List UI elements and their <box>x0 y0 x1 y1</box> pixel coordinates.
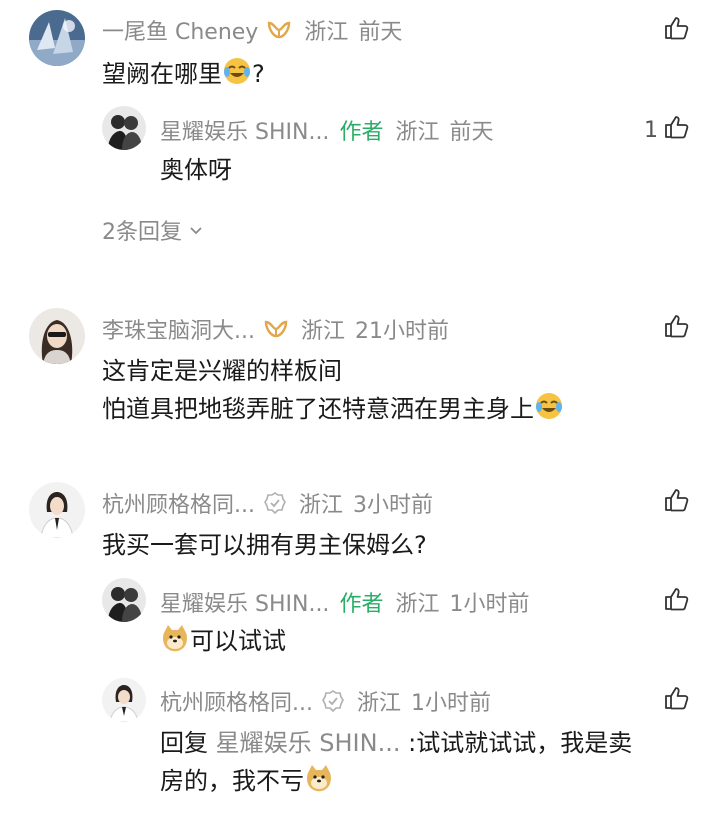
verified-badge-icon <box>263 491 287 515</box>
reply-meta: 星耀娱乐 SHIN... 作者 浙江 1小时前 <box>160 586 529 618</box>
username[interactable]: 李珠宝脑洞大... <box>102 313 255 345</box>
username[interactable]: 杭州顾格格同... <box>102 487 255 519</box>
reply-text: :试试就试试，我是卖 <box>408 729 633 757</box>
avatar[interactable] <box>29 308 85 364</box>
thumbs-up-icon <box>662 113 690 147</box>
username[interactable]: 杭州顾格格同... <box>160 685 313 717</box>
timestamp: 前天 <box>449 120 494 145</box>
location: 浙江 <box>300 319 345 344</box>
verified-badge-icon <box>321 689 345 713</box>
reply-text: 奥体呀 <box>160 156 232 184</box>
comment-list: 一尾鱼 Cheney 浙江 前天 望阙在哪里? 星耀娱乐 SHIN... 作者 … <box>0 0 720 817</box>
laughing-crying-emoji-icon <box>222 56 252 97</box>
doge-emoji-icon <box>160 623 190 664</box>
username[interactable]: 星耀娱乐 SHIN... <box>160 114 329 146</box>
expand-replies-label: 2条回复 <box>102 220 182 245</box>
comment-meta: 杭州顾格格同... 浙江 3小时前 <box>102 487 433 519</box>
author-tag: 作者 <box>339 120 384 145</box>
timestamp: 3小时前 <box>353 493 433 518</box>
location: 浙江 <box>395 120 440 145</box>
like-button[interactable] <box>662 684 690 718</box>
timestamp: 1小时前 <box>411 691 491 716</box>
location: 浙江 <box>298 493 343 518</box>
expand-replies-button[interactable]: 2条回复 <box>102 214 204 246</box>
like-button[interactable] <box>662 585 690 619</box>
thumbs-up-icon <box>662 312 690 346</box>
location: 浙江 <box>356 691 401 716</box>
reply-meta: 杭州顾格格同... 浙江 1小时前 <box>160 685 491 717</box>
timestamp: 1小时前 <box>449 592 530 617</box>
location: 浙江 <box>304 20 349 45</box>
comment-text: 望阙在哪里? <box>102 55 265 97</box>
thumbs-up-icon <box>662 14 690 48</box>
vip-badge-icon <box>263 319 289 339</box>
comment-text-line: 这肯定是兴耀的样板间 <box>102 357 342 385</box>
comment-meta: 李珠宝脑洞大... 浙江 21小时前 <box>102 313 449 345</box>
thumbs-up-icon <box>662 585 690 619</box>
like-button[interactable]: 1 <box>644 113 690 147</box>
reply-prefix: 回复 <box>160 729 208 757</box>
thumbs-up-icon <box>662 486 690 520</box>
comment-text: 我买一套可以拥有男主保姆么? <box>102 531 427 559</box>
reply-text-line: 房的，我不亏 <box>160 762 334 804</box>
timestamp: 21小时前 <box>355 319 449 344</box>
chevron-down-icon <box>188 222 204 238</box>
author-tag: 作者 <box>339 592 384 617</box>
location: 浙江 <box>395 592 440 617</box>
username[interactable]: 星耀娱乐 SHIN... <box>160 586 329 618</box>
laughing-crying-emoji-icon <box>534 391 564 432</box>
reply-meta: 星耀娱乐 SHIN... 作者 浙江 前天 <box>160 114 493 146</box>
vip-badge-icon <box>266 20 292 40</box>
reply-text: 可以试试 <box>160 622 286 664</box>
comment-text-line: 怕道具把地毯弄脏了还特意洒在男主身上 <box>102 390 564 432</box>
like-button[interactable] <box>662 312 690 346</box>
avatar[interactable] <box>29 482 85 538</box>
like-count: 1 <box>644 117 658 143</box>
like-button[interactable] <box>662 486 690 520</box>
like-button[interactable] <box>662 14 690 48</box>
username[interactable]: 一尾鱼 Cheney <box>102 14 258 46</box>
reply-text-line: 回复 星耀娱乐 SHIN... :试试就试试，我是卖 <box>160 724 632 762</box>
avatar[interactable] <box>29 10 85 66</box>
timestamp: 前天 <box>358 20 403 45</box>
avatar[interactable] <box>102 106 146 150</box>
avatar[interactable] <box>102 578 146 622</box>
comment-meta: 一尾鱼 Cheney 浙江 前天 <box>102 14 402 46</box>
reply-target-username[interactable]: 星耀娱乐 SHIN... <box>216 729 401 757</box>
thumbs-up-icon <box>662 684 690 718</box>
avatar[interactable] <box>102 678 146 722</box>
doge-emoji-icon <box>304 763 334 804</box>
